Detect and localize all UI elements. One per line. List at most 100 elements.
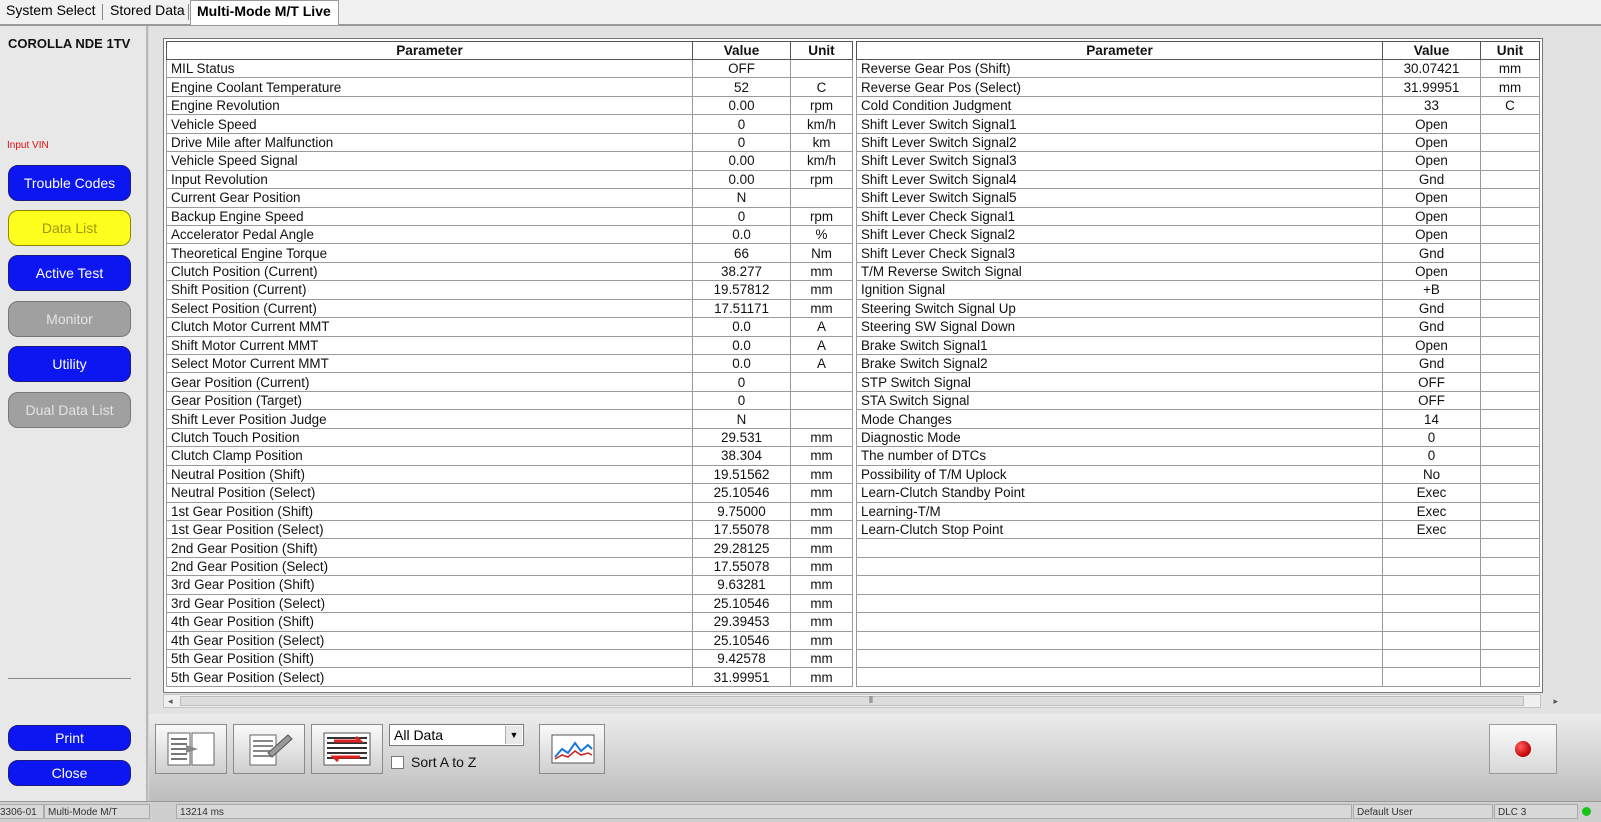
table-row[interactable] — [856, 667, 1540, 687]
table-row[interactable]: Brake Switch Signal1 Open — [856, 335, 1540, 356]
close-button[interactable]: Close — [8, 760, 131, 786]
table-row[interactable]: Clutch Position (Current) 38.277 mm — [166, 261, 853, 282]
scroll-left-icon[interactable]: ◂ — [168, 695, 173, 707]
table-row[interactable]: Learn-Clutch Standby Point Exec — [856, 483, 1540, 503]
table-row[interactable]: Cold Condition Judgment 33 C — [856, 95, 1540, 116]
parameter-header[interactable]: Parameter — [166, 41, 693, 60]
chevron-down-icon[interactable]: ▼ — [505, 726, 522, 744]
print-button[interactable]: Print — [8, 725, 131, 751]
table-row[interactable]: 5th Gear Position (Shift) 9.42578 mm — [166, 648, 853, 669]
data-list-button[interactable]: Data List — [8, 210, 131, 246]
scrollbar-thumb[interactable]: ⦀ — [180, 695, 1524, 706]
scroll-right-icon[interactable]: ▸ — [1553, 695, 1558, 707]
table-row[interactable]: STP Switch Signal OFF — [856, 372, 1540, 392]
table-row[interactable]: Shift Lever Switch Signal1 Open — [856, 114, 1540, 134]
sort-a-to-z-checkbox[interactable] — [391, 756, 404, 769]
table-row[interactable]: Select Position (Current) 17.51171 mm — [166, 298, 853, 319]
tab-stored-data[interactable]: Stored Data — [104, 0, 191, 23]
table-row[interactable]: Shift Lever Switch Signal3 Open — [856, 151, 1540, 171]
table-row[interactable]: Shift Lever Switch Signal5 Open — [856, 188, 1540, 208]
table-row[interactable]: 4th Gear Position (Shift) 29.39453 mm — [166, 612, 853, 632]
table-row[interactable]: Steering Switch Signal Up Gnd — [856, 298, 1540, 319]
unit-header[interactable]: Unit — [790, 41, 853, 60]
table-row[interactable]: Gear Position (Current) 0 — [166, 372, 853, 392]
table-row[interactable]: 1st Gear Position (Shift) 9.75000 mm — [166, 501, 853, 521]
record-button[interactable] — [1489, 724, 1557, 774]
table-row[interactable]: Neutral Position (Shift) 19.51562 mm — [166, 464, 853, 485]
table-row[interactable]: 2nd Gear Position (Shift) 29.28125 mm — [166, 538, 853, 558]
input-vin-link[interactable]: Input VIN — [7, 140, 49, 151]
active-test-button[interactable]: Active Test — [8, 255, 131, 291]
value-cell: 29.39453 — [692, 612, 791, 632]
table-row[interactable]: Shift Lever Check Signal3 Gnd — [856, 243, 1540, 263]
table-row[interactable]: STA Switch Signal OFF — [856, 390, 1540, 411]
table-row[interactable]: T/M Reverse Switch Signal Open — [856, 261, 1540, 282]
table-row[interactable]: Ignition Signal +B — [856, 280, 1540, 300]
table-row[interactable]: Reverse Gear Pos (Shift) 30.07421 mm — [856, 58, 1540, 79]
table-row[interactable]: Accelerator Pedal Angle 0.0% — [166, 224, 853, 245]
custom-list-button[interactable] — [311, 724, 383, 774]
table-row[interactable]: Shift Lever Check Signal1 Open — [856, 206, 1540, 226]
table-row[interactable]: Vehicle Speed 0 km/h — [166, 114, 853, 134]
table-row[interactable]: Clutch Touch Position 29.531 mm — [166, 427, 853, 448]
table-row[interactable] — [856, 556, 1540, 577]
dual-data-list-button[interactable]: Dual Data List — [8, 392, 131, 428]
parameter-header[interactable]: Parameter — [856, 41, 1383, 60]
table-row[interactable]: Possibility of T/M Uplock No — [856, 464, 1540, 485]
table-row[interactable] — [856, 593, 1540, 614]
table-row[interactable]: MIL Status OFF — [166, 58, 853, 79]
table-row[interactable]: Theoretical Engine Torque 66 Nm — [166, 243, 853, 263]
table-row[interactable]: Diagnostic Mode 0 — [856, 427, 1540, 448]
table-row[interactable] — [856, 630, 1540, 651]
table-row[interactable]: Shift Motor Current MMT 0.0 A — [166, 335, 853, 356]
table-row[interactable]: Learning-T/M Exec — [856, 501, 1540, 521]
table-row[interactable]: Brake Switch Signal2 Gnd — [856, 353, 1540, 374]
table-row[interactable]: 4th Gear Position (Select) 25.10546 mm — [166, 630, 853, 651]
trouble-codes-button[interactable]: Trouble Codes — [8, 165, 131, 201]
table-row[interactable]: Backup Engine Speed 0 rpm — [166, 206, 853, 226]
table-row[interactable]: Gear Position (Target) 0 — [166, 390, 853, 411]
table-row[interactable]: Learn-Clutch Stop Point Exec — [856, 519, 1540, 540]
table-row[interactable]: Neutral Position (Select) 25.10546 mm — [166, 483, 853, 503]
table-row[interactable]: 2nd Gear Position (Select) 17.55078 mm — [166, 556, 853, 577]
utility-button[interactable]: Utility — [8, 346, 131, 382]
tab-system-select[interactable]: System Select — [0, 0, 101, 23]
table-row[interactable]: Select Motor Current MMT 0.0 A — [166, 353, 853, 374]
table-row[interactable]: Clutch Clamp Position 38.304 mm — [166, 446, 853, 466]
table-row[interactable] — [856, 648, 1540, 669]
table-row[interactable]: 5th Gear Position (Select) 31.99951 mm — [166, 667, 853, 687]
table-row[interactable]: Engine Coolant Temperature 52 C — [166, 77, 853, 97]
table-row[interactable]: Shift Lever Check Signal2 Open — [856, 224, 1540, 245]
edit-list-button[interactable] — [233, 724, 305, 774]
value-header[interactable]: Value — [692, 41, 791, 60]
table-row[interactable]: The number of DTCs 0 — [856, 446, 1540, 466]
table-row[interactable]: Steering SW Signal Down Gnd — [856, 317, 1540, 337]
table-row[interactable]: Shift Lever Switch Signal2 Open — [856, 132, 1540, 153]
table-row[interactable]: 3rd Gear Position (Select) 25.10546 mm — [166, 593, 853, 614]
table-row[interactable]: Engine Revolution 0.00 rpm — [166, 95, 853, 116]
table-row[interactable]: Shift Position (Current) 19.57812 mm — [166, 280, 853, 300]
table-row[interactable]: 1st Gear Position (Select) 17.55078 mm — [166, 519, 853, 540]
value-header[interactable]: Value — [1382, 41, 1481, 60]
table-row[interactable]: Current Gear Position N — [166, 188, 853, 208]
parameter-cell: Steering Switch Signal Up — [856, 298, 1383, 319]
table-row[interactable] — [856, 575, 1540, 595]
monitor-button[interactable]: Monitor — [8, 301, 131, 337]
table-row[interactable]: 3rd Gear Position (Shift) 9.63281 mm — [166, 575, 853, 595]
snapshot-button[interactable] — [155, 724, 227, 774]
table-row[interactable]: Clutch Motor Current MMT 0.0 A — [166, 317, 853, 337]
table-row[interactable]: Shift Lever Switch Signal4 Gnd — [856, 169, 1540, 190]
table-row[interactable] — [856, 538, 1540, 558]
tab-multi-mode-mt-live[interactable]: Multi-Mode M/T Live — [190, 0, 339, 25]
table-row[interactable]: Mode Changes 14 — [856, 409, 1540, 429]
data-filter-select[interactable]: All Data ▼ — [389, 724, 524, 746]
table-row[interactable]: Reverse Gear Pos (Select) 31.99951 mm — [856, 77, 1540, 97]
horizontal-scrollbar[interactable]: ◂ ⦀ ▸ — [163, 694, 1558, 708]
table-row[interactable]: Vehicle Speed Signal 0.00 km/h — [166, 151, 853, 171]
unit-header[interactable]: Unit — [1480, 41, 1540, 60]
table-row[interactable]: Shift Lever Position Judge N — [166, 409, 853, 429]
table-row[interactable] — [856, 612, 1540, 632]
graph-button[interactable] — [539, 724, 605, 774]
table-row[interactable]: Drive Mile after Malfunction 0 km — [166, 132, 853, 153]
table-row[interactable]: Input Revolution 0.00 rpm — [166, 169, 853, 190]
